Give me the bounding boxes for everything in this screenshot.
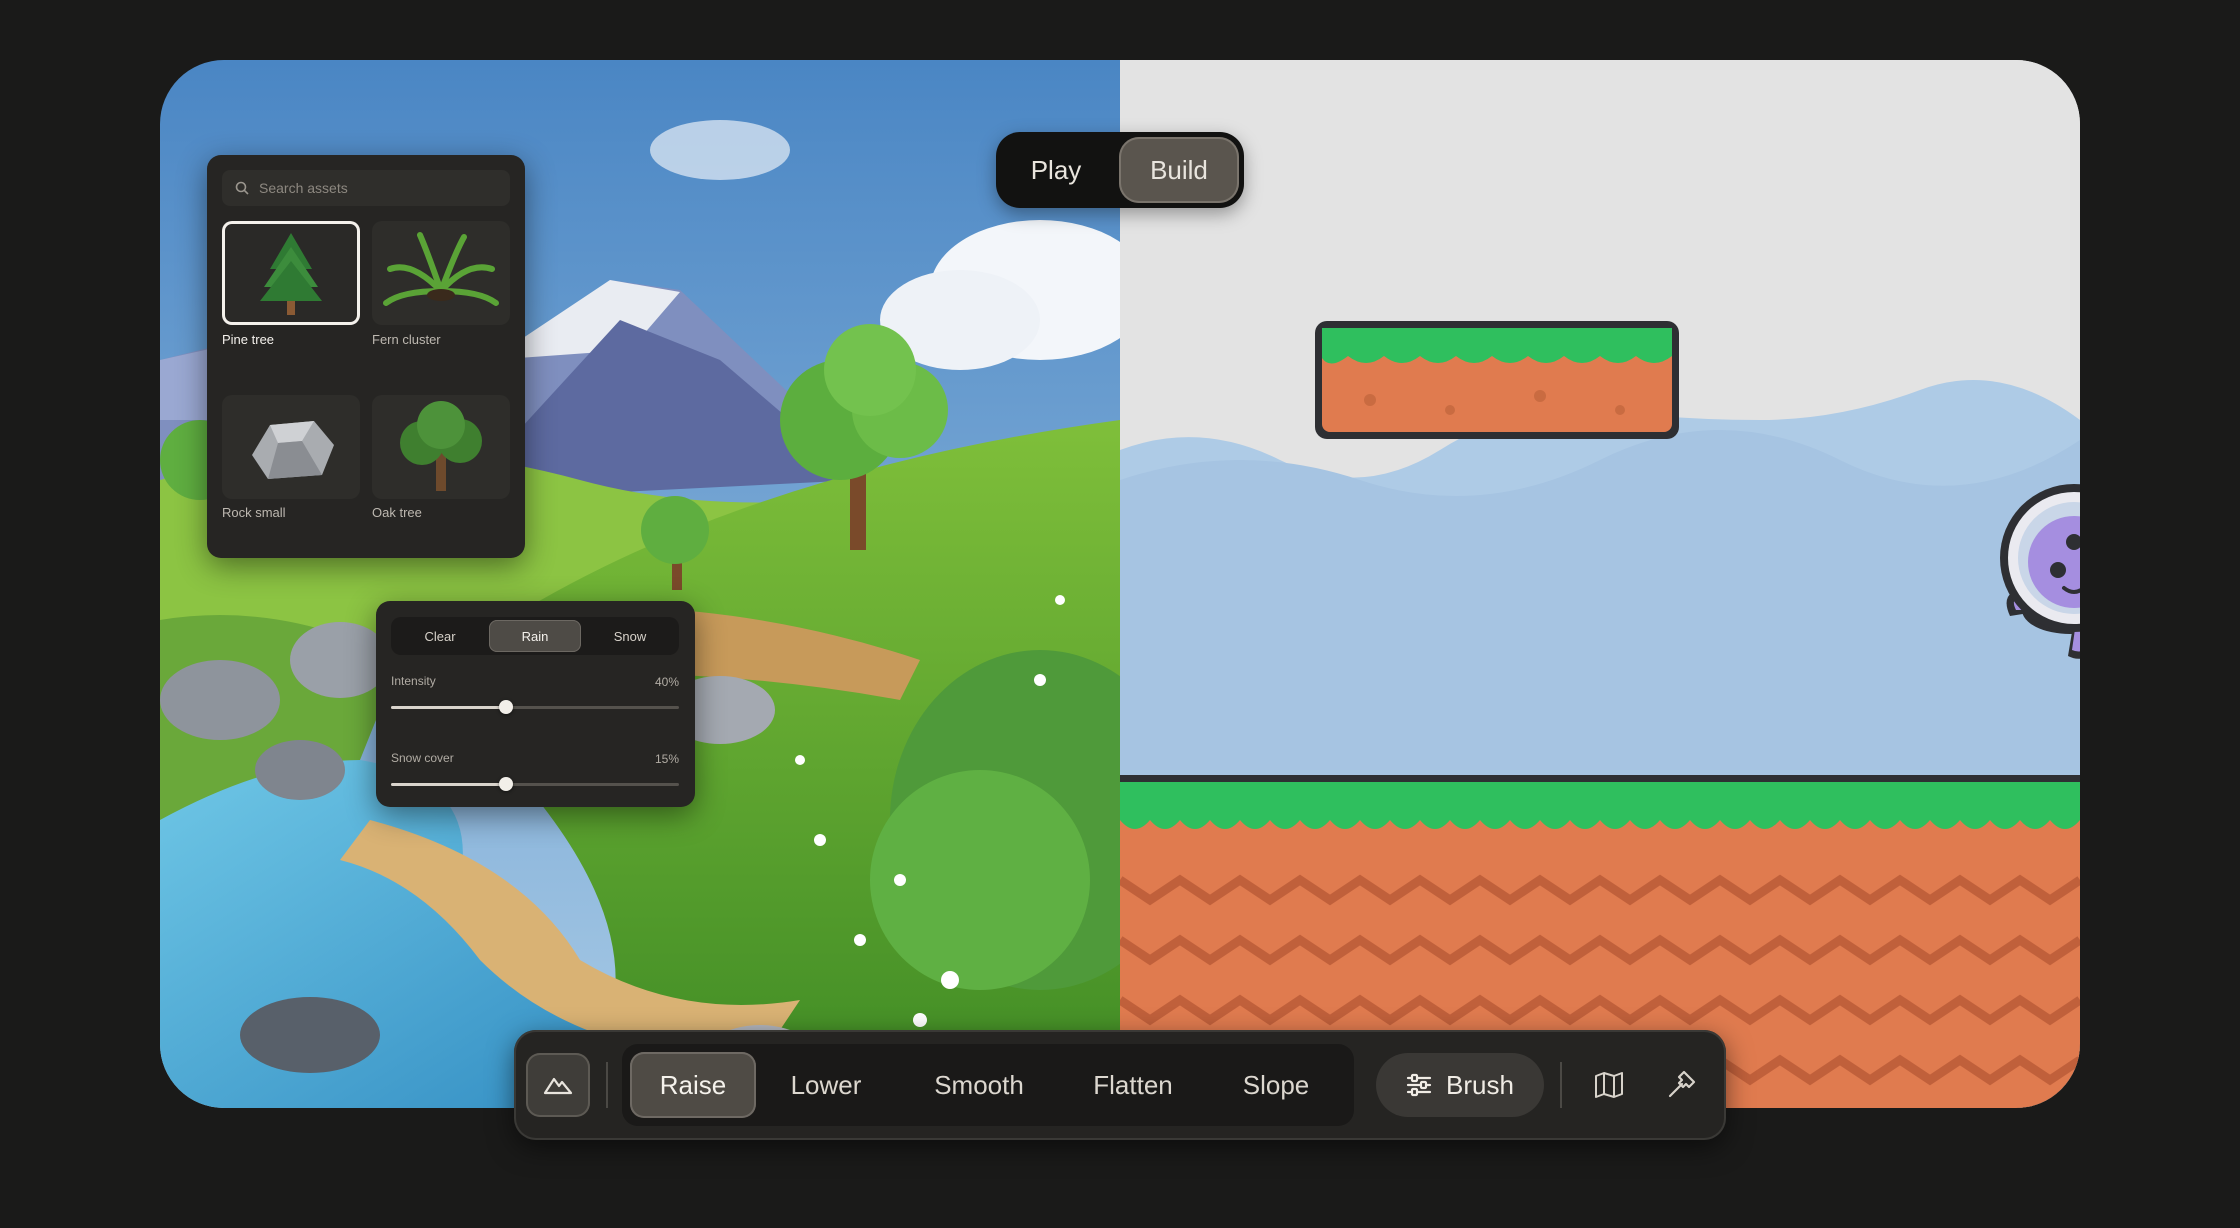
- platformer-scene: [1120, 60, 2080, 1108]
- snow-cover-value: 15%: [654, 752, 679, 766]
- brush-settings-button[interactable]: Brush: [1376, 1053, 1544, 1117]
- scene-2d-view[interactable]: [1120, 60, 2080, 1108]
- toolbar-divider: [606, 1062, 608, 1108]
- asset-tile-pine-tree[interactable]: [222, 221, 360, 325]
- terrain-mode-button[interactable]: [526, 1053, 590, 1117]
- build-mode-button[interactable]: Build: [1119, 137, 1239, 203]
- tool-raise[interactable]: Raise: [630, 1052, 756, 1118]
- mountain-icon: [543, 1077, 573, 1095]
- weather-rain-button[interactable]: Rain: [489, 620, 581, 652]
- snow-cover-slider-thumb[interactable]: [499, 777, 514, 791]
- intensity-slider-thumb[interactable]: [499, 700, 514, 714]
- asset-label: Oak tree: [372, 505, 422, 520]
- scene-3d-view[interactable]: Pine tree Fern cluster: [160, 60, 1120, 1108]
- sliders-icon: [1406, 1073, 1432, 1097]
- player-character[interactable]: [1988, 470, 2080, 670]
- snow-cover-slider[interactable]: [391, 777, 679, 791]
- play-mode-button[interactable]: Play: [996, 137, 1116, 203]
- asset-tile-rock-small[interactable]: [222, 395, 360, 499]
- asset-browser-panel: Pine tree Fern cluster: [207, 155, 525, 558]
- intensity-slider-fill: [391, 706, 507, 709]
- weather-clear-button[interactable]: Clear: [394, 620, 486, 652]
- oak-tree-icon: [400, 401, 482, 491]
- tool-smooth[interactable]: Smooth: [902, 1052, 1056, 1118]
- asset-label: Fern cluster: [372, 332, 441, 347]
- terrain-toolbar: Raise Lower Smooth Flatten Slope Brush: [514, 1030, 1726, 1140]
- weather-snow-button[interactable]: Snow: [584, 620, 676, 652]
- intensity-value: 40%: [654, 675, 679, 689]
- hammer-icon: [1668, 1070, 1696, 1098]
- toolbar-divider: [1560, 1062, 1562, 1108]
- map-button[interactable]: [1584, 1060, 1634, 1110]
- tool-lower[interactable]: Lower: [770, 1052, 882, 1118]
- rock-icon: [252, 421, 334, 479]
- fern-icon: [383, 232, 499, 306]
- asset-tile-oak-tree[interactable]: [372, 395, 510, 499]
- asset-label: Rock small: [222, 505, 286, 520]
- search-input[interactable]: [257, 179, 501, 197]
- asset-tile-fern-cluster[interactable]: [372, 221, 510, 325]
- search-icon: [235, 181, 249, 195]
- mode-toggle: Play Build: [996, 132, 1244, 208]
- intensity-label: Intensity: [391, 674, 436, 688]
- asset-label: Pine tree: [222, 332, 275, 347]
- game-viewport: Pine tree Fern cluster: [160, 60, 2080, 1108]
- snow-cover-slider-fill: [391, 783, 507, 786]
- brush-label: Brush: [1446, 1069, 1514, 1100]
- terrain-tool-group: Raise Lower Smooth Flatten Slope: [622, 1044, 1354, 1126]
- intensity-slider[interactable]: [391, 700, 679, 714]
- snow-cover-label: Snow cover: [391, 751, 454, 765]
- build-tools-button[interactable]: [1656, 1060, 1706, 1110]
- tool-flatten[interactable]: Flatten: [1062, 1052, 1204, 1118]
- weather-panel: Clear Rain Snow Intensity 40% Snow cover…: [376, 601, 695, 807]
- pine-tree-icon: [260, 233, 322, 315]
- asset-search-field[interactable]: [222, 170, 510, 206]
- weather-segmented-control: Clear Rain Snow: [391, 617, 679, 655]
- map-icon: [1595, 1072, 1623, 1098]
- tool-slope[interactable]: Slope: [1212, 1052, 1340, 1118]
